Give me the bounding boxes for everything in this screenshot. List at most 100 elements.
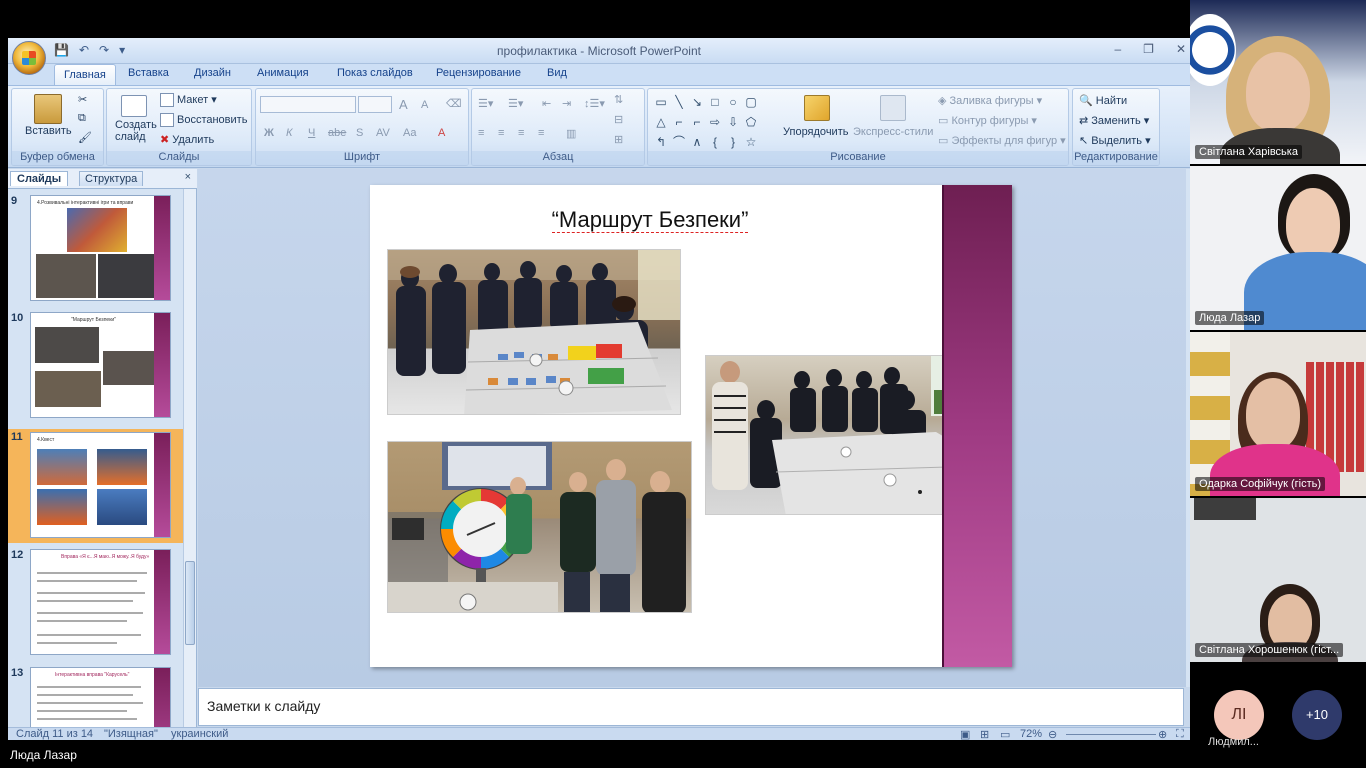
pane-close-icon[interactable]: ×	[185, 171, 191, 183]
shapes-gallery[interactable]: ▭ ╲ ↘ □ ○ ▢ △ ⌐ ⌐ ⇨ ⇩ ⬠ ↰ ⌒ ∧{} ☆	[652, 93, 772, 153]
close-icon[interactable]: ✕	[1176, 42, 1186, 56]
font-color-icon[interactable]: A	[438, 127, 445, 139]
fit-window-icon[interactable]: ⛶	[1176, 728, 1184, 740]
align-left-icon[interactable]: ≡	[478, 127, 484, 139]
strike-button[interactable]: abe	[328, 127, 346, 139]
tab-slideshow[interactable]: Показ слайдов	[337, 67, 413, 79]
layout-button[interactable]: Макет ▾	[160, 93, 217, 108]
slide-thumbnail-12[interactable]: 12 Вправа «Я є...Я маю..Я можу..Я буду»	[8, 549, 183, 659]
zoom-level[interactable]: 72%	[1020, 728, 1042, 740]
tab-design[interactable]: Дизайн	[194, 67, 231, 79]
change-case-button[interactable]: Aa	[403, 127, 416, 139]
participant-avatar[interactable]: ЛІ	[1214, 690, 1264, 740]
align-text-icon[interactable]: ⊟	[614, 113, 623, 126]
decrease-indent-icon[interactable]: ⇤	[542, 97, 551, 110]
freeform-shape-icon[interactable]: ↰	[652, 133, 670, 152]
shrink-font-button[interactable]: A	[421, 99, 428, 111]
shape-fill-button[interactable]: ◈ Заливка фигуры ▾	[938, 94, 1042, 107]
oval-shape-icon[interactable]: ○	[724, 93, 742, 112]
justify-icon[interactable]: ≡	[538, 127, 544, 139]
copy-icon[interactable]: ⧉	[78, 112, 86, 125]
tab-slides[interactable]: Слайды	[10, 171, 69, 186]
align-center-icon[interactable]: ≡	[498, 127, 504, 139]
rounded-rect-shape-icon[interactable]: ▢	[742, 93, 760, 112]
participant-tile[interactable]: Одарка Софійчук (гість)	[1190, 332, 1366, 496]
font-family-select[interactable]	[260, 96, 356, 113]
text-direction-icon[interactable]: ⇅	[614, 93, 623, 106]
zoom-slider[interactable]	[1066, 734, 1156, 735]
normal-view-icon[interactable]: ▣	[960, 728, 970, 740]
tab-view[interactable]: Вид	[547, 67, 567, 79]
zoom-in-icon[interactable]: ⊕	[1158, 728, 1167, 740]
find-button[interactable]: 🔍 Найти	[1079, 94, 1127, 107]
numbering-icon[interactable]: ☰▾	[508, 97, 523, 110]
star-shape-icon[interactable]: ☆	[742, 133, 760, 152]
pane-scrollbar-thumb[interactable]	[185, 561, 195, 645]
shape-outline-button[interactable]: ▭ Контур фигуры ▾	[938, 114, 1037, 127]
curve-shape-icon[interactable]: ⌒	[670, 133, 688, 152]
slide-photo-classroom-board[interactable]	[387, 249, 681, 415]
char-spacing-button[interactable]: AV	[376, 127, 390, 139]
more-participants-button[interactable]: +10	[1292, 690, 1342, 740]
font-size-select[interactable]	[358, 96, 392, 113]
line-shape-icon[interactable]: ╲	[670, 93, 688, 112]
slide-title[interactable]: “Маршрут Безпеки”	[370, 207, 930, 233]
connector-shape-icon[interactable]: ⌐	[688, 113, 706, 132]
rect-shape-icon[interactable]: □	[706, 93, 724, 112]
slide-thumbnail-11[interactable]: 11 4.Квест	[8, 429, 183, 543]
zigzag-shape-icon[interactable]: ∧	[688, 133, 706, 152]
participant-tile[interactable]: Люда Лазар	[1190, 166, 1366, 330]
elbow-shape-icon[interactable]: ⌐	[670, 113, 688, 132]
minimize-icon[interactable]: –	[1114, 42, 1121, 56]
brace-right-shape-icon[interactable]: }	[724, 133, 742, 152]
italic-button[interactable]: К	[286, 127, 292, 139]
underline-button[interactable]: Ч	[308, 127, 315, 139]
status-language[interactable]: украинский	[171, 728, 228, 740]
reset-button[interactable]: Восстановить	[160, 113, 247, 127]
participant-tile[interactable]: Світлана Харівська	[1190, 0, 1366, 164]
slide-thumbnail-9[interactable]: 9 4.Розвивальні інтерактивні ігри та впр…	[8, 195, 183, 305]
pane-scrollbar[interactable]	[183, 189, 196, 727]
triangle-shape-icon[interactable]: △	[652, 113, 670, 132]
replace-button[interactable]: ⇄ Заменить ▾	[1079, 114, 1149, 127]
slide-photo-spinner-wheel[interactable]	[387, 441, 692, 613]
slide-thumbnail-13[interactable]: 13 Інтерактивна вправа "Карусель"	[8, 667, 183, 727]
quick-styles-button[interactable]: Экспресс-стили	[853, 126, 933, 138]
brace-left-shape-icon[interactable]: {	[706, 133, 724, 152]
grow-font-button[interactable]: A	[399, 97, 408, 112]
office-button[interactable]	[12, 41, 46, 75]
new-slide-button[interactable]: Создать слайд	[115, 119, 159, 143]
arrow-shape-icon[interactable]: ↘	[688, 93, 706, 112]
sorter-view-icon[interactable]: ⊞	[980, 728, 989, 740]
right-arrow-shape-icon[interactable]: ⇨	[706, 113, 724, 132]
tab-home[interactable]: Главная	[54, 64, 116, 87]
cut-icon[interactable]: ✂	[78, 93, 87, 106]
slide-thumbnail-10[interactable]: 10 "Маршрут Безпеки"	[8, 312, 183, 422]
tab-review[interactable]: Рецензирование	[436, 67, 521, 79]
bullets-icon[interactable]: ☰▾	[478, 97, 493, 110]
shape-effects-button[interactable]: ▭ Эффекты для фигур ▾	[938, 134, 1066, 147]
current-slide[interactable]: “Маршрут Безпеки”	[370, 185, 1012, 667]
slide-photo-group-table[interactable]	[705, 355, 982, 515]
align-right-icon[interactable]: ≡	[518, 127, 524, 139]
slideshow-view-icon[interactable]: ▭	[1000, 728, 1010, 740]
paste-button[interactable]: Вставить	[25, 125, 72, 137]
notes-pane[interactable]: Заметки к слайду	[198, 688, 1184, 726]
select-button[interactable]: ↖ Выделить ▾	[1079, 134, 1151, 147]
increase-indent-icon[interactable]: ⇥	[562, 97, 571, 110]
zoom-out-icon[interactable]: ⊖	[1048, 728, 1057, 740]
smartart-icon[interactable]: ⊞	[614, 133, 623, 146]
pentagon-shape-icon[interactable]: ⬠	[742, 113, 760, 132]
line-spacing-icon[interactable]: ↕☰▾	[584, 97, 605, 110]
shadow-button[interactable]: S	[356, 127, 363, 139]
clear-format-icon[interactable]: ⌫	[446, 97, 462, 110]
format-painter-icon[interactable]: 🖌	[78, 131, 92, 144]
textbox-shape-icon[interactable]: ▭	[652, 93, 670, 112]
bold-button[interactable]: Ж	[264, 127, 274, 139]
columns-icon[interactable]: ▥	[566, 127, 576, 140]
down-arrow-shape-icon[interactable]: ⇩	[724, 113, 742, 132]
tab-outline[interactable]: Структура	[79, 171, 144, 186]
arrange-button[interactable]: Упорядочить	[783, 126, 848, 138]
delete-slide-button[interactable]: ✖ Удалить	[160, 133, 214, 146]
participant-tile[interactable]: Світлана Хорошенюк (гіст...	[1190, 498, 1366, 662]
